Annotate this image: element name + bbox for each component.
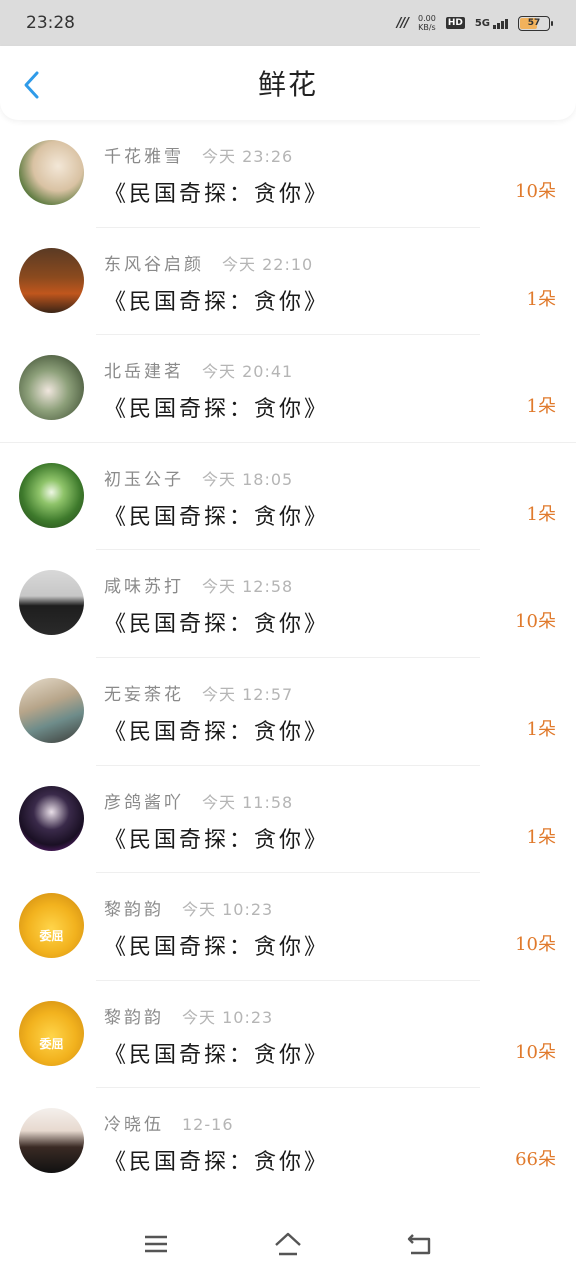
list-item[interactable]: 千花雅雪 今天 23:26 《民国奇探：贪你》 10朵 bbox=[0, 120, 576, 228]
system-nav-bar bbox=[0, 1208, 576, 1280]
status-time: 23:28 bbox=[26, 13, 75, 33]
list-item[interactable]: 委屈 黎韵韵 今天 10:23 《民国奇探：贪你》 10朵 bbox=[0, 873, 576, 981]
timestamp: 今天 11:58 bbox=[202, 792, 294, 812]
back-nav-icon[interactable] bbox=[405, 1229, 435, 1259]
status-icons: /// 0.00 KB/s HD 5G 57 bbox=[396, 14, 553, 32]
book-title: 《民国奇探：贪你》 bbox=[104, 612, 330, 638]
user-name: 彦鸽酱吖 bbox=[104, 792, 184, 813]
back-icon[interactable] bbox=[20, 70, 44, 100]
timestamp: 今天 12:57 bbox=[202, 684, 294, 704]
avatar[interactable] bbox=[19, 785, 84, 851]
timestamp: 今天 22:10 bbox=[222, 254, 314, 274]
flower-count: 10朵 bbox=[515, 181, 556, 202]
timestamp: 今天 10:23 bbox=[182, 1007, 274, 1027]
user-name: 千花雅雪 bbox=[104, 147, 184, 167]
avatar-caption: 委屈 bbox=[39, 929, 64, 944]
avatar[interactable] bbox=[19, 570, 84, 636]
network-speed-unit: KB/s bbox=[418, 23, 436, 32]
book-title: 《民国奇探：贪你》 bbox=[104, 289, 330, 315]
5g-signal-icon: 5G bbox=[475, 18, 508, 29]
home-icon[interactable] bbox=[273, 1229, 303, 1259]
list-item[interactable]: 北岳建茗 今天 20:41 《民国奇探：贪你》 1朵 bbox=[0, 335, 576, 443]
user-name: 无妄荼花 bbox=[104, 684, 184, 705]
flower-count: 10朵 bbox=[515, 1041, 556, 1063]
avatar-caption: 委屈 bbox=[39, 1036, 64, 1051]
network-speed-value: 0.00 bbox=[418, 14, 436, 23]
flower-count: 1朵 bbox=[526, 396, 556, 418]
hd-icon: HD bbox=[445, 17, 465, 29]
list-item[interactable]: 委屈 黎韵韵 今天 10:23 《民国奇探：贪你》 10朵 bbox=[0, 981, 576, 1089]
avatar[interactable] bbox=[19, 355, 84, 421]
avatar[interactable]: 委屈 bbox=[19, 1000, 84, 1066]
user-name: 冷晓伍 bbox=[104, 1115, 164, 1136]
list-item[interactable]: 冷晓伍 12-16 《民国奇探：贪你》 66朵 bbox=[0, 1088, 576, 1196]
flower-count: 10朵 bbox=[515, 611, 556, 633]
list-item[interactable]: 初玉公子 今天 18:05 《民国奇探：贪你》 1朵 bbox=[0, 443, 576, 551]
book-title: 《民国奇探：贪你》 bbox=[104, 935, 330, 961]
book-title: 《民国奇探：贪你》 bbox=[104, 504, 330, 530]
flower-count: 1朵 bbox=[526, 718, 556, 740]
battery-icon: 57 bbox=[518, 15, 553, 31]
avatar[interactable] bbox=[19, 247, 84, 313]
book-title: 《民国奇探：贪你》 bbox=[104, 827, 330, 853]
user-name: 黎韵韵 bbox=[104, 1007, 164, 1028]
flower-count: 66朵 bbox=[515, 1149, 556, 1171]
avatar[interactable] bbox=[19, 677, 84, 743]
carrier-signal-icon: /// bbox=[396, 15, 409, 31]
timestamp: 今天 10:23 bbox=[182, 900, 274, 920]
timestamp: 今天 12:58 bbox=[202, 577, 294, 597]
avatar[interactable] bbox=[19, 462, 84, 528]
timestamp: 12-16 bbox=[182, 1115, 234, 1135]
list-item[interactable]: 东风谷启颜 今天 22:10 《民国奇探：贪你》 1朵 bbox=[0, 228, 576, 336]
timestamp: 今天 23:26 bbox=[202, 147, 294, 166]
network-speed: 0.00 KB/s bbox=[418, 14, 436, 32]
avatar[interactable]: 委屈 bbox=[19, 893, 84, 959]
book-title: 《民国奇探：贪你》 bbox=[104, 1042, 330, 1068]
avatar[interactable] bbox=[19, 1108, 84, 1174]
flower-count: 1朵 bbox=[526, 503, 556, 525]
battery-level: 57 bbox=[527, 18, 541, 28]
avatar[interactable] bbox=[19, 140, 84, 205]
header: 鲜花 bbox=[0, 46, 576, 120]
timestamp: 今天 18:05 bbox=[202, 469, 294, 489]
book-title: 《民国奇探：贪你》 bbox=[104, 397, 330, 423]
network-type: 5G bbox=[474, 17, 490, 29]
flower-count: 10朵 bbox=[515, 934, 556, 956]
book-title: 《民国奇探：贪你》 bbox=[104, 182, 330, 207]
user-name: 初玉公子 bbox=[104, 469, 184, 490]
list-item[interactable]: 咸味苏打 今天 12:58 《民国奇探：贪你》 10朵 bbox=[0, 550, 576, 658]
flower-count: 1朵 bbox=[526, 826, 556, 848]
list-item[interactable]: 彦鸽酱吖 今天 11:58 《民国奇探：贪你》 1朵 bbox=[0, 766, 576, 874]
status-bar: 23:28 /// 0.00 KB/s HD 5G 57 bbox=[0, 0, 576, 46]
user-name: 东风谷启颜 bbox=[104, 254, 204, 275]
flower-list: 千花雅雪 今天 23:26 《民国奇探：贪你》 10朵 东风谷启颜 今天 22:… bbox=[0, 120, 576, 1196]
user-name: 北岳建茗 bbox=[104, 362, 184, 383]
book-title: 《民国奇探：贪你》 bbox=[104, 719, 330, 745]
list-item[interactable]: 无妄荼花 今天 12:57 《民国奇探：贪你》 1朵 bbox=[0, 658, 576, 766]
book-title: 《民国奇探：贪你》 bbox=[104, 1150, 330, 1176]
flower-count: 1朵 bbox=[526, 288, 556, 310]
page-title: 鲜花 bbox=[257, 68, 318, 101]
timestamp: 今天 20:41 bbox=[202, 362, 294, 382]
user-name: 咸味苏打 bbox=[104, 577, 184, 598]
menu-icon[interactable] bbox=[141, 1229, 171, 1259]
user-name: 黎韵韵 bbox=[104, 900, 164, 921]
